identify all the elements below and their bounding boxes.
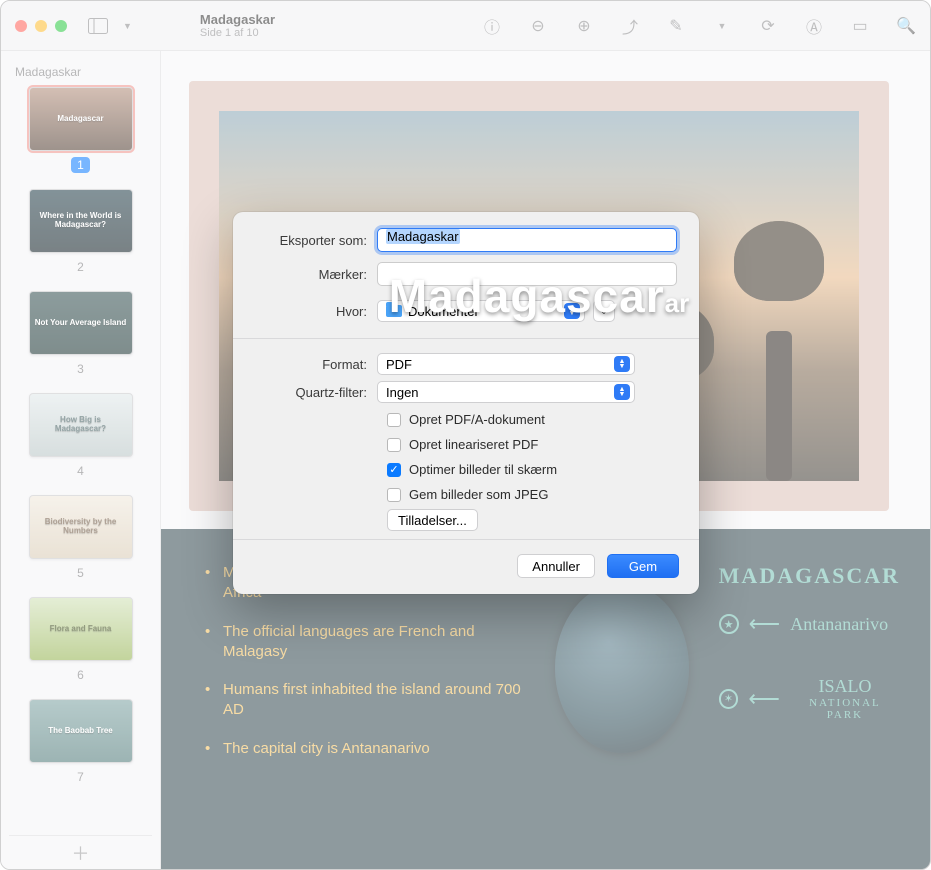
jpeg-checkbox-row[interactable]: Gem billeder som JPEG bbox=[255, 482, 677, 507]
window-controls bbox=[15, 20, 67, 32]
quartz-filter-label: Quartz-filter: bbox=[255, 385, 377, 400]
save-button[interactable]: Gem bbox=[607, 554, 679, 578]
checkbox-icon: ✓ bbox=[387, 463, 401, 477]
optimize-images-checkbox-label: Optimer billeder til skærm bbox=[409, 462, 557, 477]
bullet-item: The capital city is Antananarivo bbox=[205, 739, 525, 759]
checkbox-icon bbox=[387, 438, 401, 452]
thumbnail-page-number: 5 bbox=[71, 565, 90, 581]
arrow-icon: ⟵ bbox=[748, 686, 780, 712]
page-thumbnail[interactable]: Flora and Fauna 6 bbox=[9, 597, 152, 683]
thumbnail-page-number: 2 bbox=[71, 259, 90, 275]
titlebar: ▼ Madagaskar Side 1 af 10 ⓘ ⊖ ⊕ ⤴ ✎ ▼ ⟳ … bbox=[1, 1, 930, 51]
select-stepper-icon bbox=[614, 356, 630, 372]
document-title: Madagaskar bbox=[200, 12, 275, 27]
bullet-list: Madagascar is 250 miles from the coast o… bbox=[205, 563, 525, 849]
page-thumbnail[interactable]: How Big is Madagascar? 4 bbox=[9, 393, 152, 479]
annotation-park: ISALO bbox=[818, 677, 871, 697]
quartz-filter-select[interactable]: Ingen bbox=[377, 381, 635, 403]
cancel-button[interactable]: Annuller bbox=[517, 554, 595, 578]
thumbnail-caption: The Baobab Tree bbox=[30, 700, 132, 762]
bullet-item: Humans first inhabited the island around… bbox=[205, 680, 525, 721]
thumbnail-page-number: 4 bbox=[71, 463, 90, 479]
permissions-button[interactable]: Tilladelser... bbox=[387, 509, 478, 531]
where-label: Hvor: bbox=[255, 304, 377, 319]
sidebar-toggle-button[interactable] bbox=[87, 17, 109, 35]
thumbnail-page-number: 7 bbox=[71, 769, 90, 785]
page-thumbnail[interactable]: The Baobab Tree 7 bbox=[9, 699, 152, 785]
highlight-icon[interactable]: ✎ bbox=[666, 16, 686, 36]
globe-graphic bbox=[555, 583, 689, 753]
highlight-menu-icon[interactable]: ▼ bbox=[712, 16, 732, 36]
document-title-area: Madagaskar Side 1 af 10 bbox=[200, 12, 275, 39]
thumbnail-caption: How Big is Madagascar? bbox=[30, 394, 132, 456]
zoom-in-icon[interactable]: ⊕ bbox=[574, 16, 594, 36]
info-icon[interactable]: ⓘ bbox=[482, 16, 502, 36]
checkbox-icon bbox=[387, 413, 401, 427]
quartz-filter-value: Ingen bbox=[386, 385, 419, 400]
close-window-icon[interactable] bbox=[15, 20, 27, 32]
crop-icon[interactable]: ▭ bbox=[850, 16, 870, 36]
page-thumbnail[interactable]: Biodiversity by the Numbers 5 bbox=[9, 495, 152, 581]
arrow-icon: ⟵ bbox=[749, 611, 781, 637]
format-value: PDF bbox=[386, 357, 412, 372]
filename-input[interactable]: Madagaskar bbox=[377, 228, 677, 252]
add-page-button[interactable]: ＋ bbox=[9, 835, 152, 859]
minimize-window-icon[interactable] bbox=[35, 20, 47, 32]
share-icon[interactable]: ⤴ bbox=[620, 16, 640, 36]
search-icon[interactable]: 🔍 bbox=[896, 16, 916, 36]
thumbnail-caption: Biodiversity by the Numbers bbox=[30, 496, 132, 558]
linearized-checkbox-label: Opret lineariseret PDF bbox=[409, 437, 538, 452]
annotation-capital: Antananarivo bbox=[790, 614, 888, 635]
checkbox-icon bbox=[387, 488, 401, 502]
thumbnail-caption: Not Your Average Island bbox=[30, 292, 132, 354]
star-icon: ✶ bbox=[719, 689, 739, 709]
page-thumbnail[interactable]: Where in the World is Madagascar? 2 bbox=[9, 189, 152, 275]
thumbnail-sidebar: Madagaskar Madagascar 1 Where in the Wor… bbox=[1, 51, 161, 869]
toolbar: ⓘ ⊖ ⊕ ⤴ ✎ ▼ ⟳ Ⓐ ▭ 🔍 bbox=[482, 16, 916, 36]
thumbnail-page-number: 1 bbox=[71, 157, 90, 173]
annotation-park-sub: NATIONAL PARK bbox=[790, 697, 900, 721]
map-annotations: MADAGASCAR ★ ⟵ Antananarivo ✶ ⟵ ISALO NA… bbox=[719, 563, 900, 849]
markup-icon[interactable]: Ⓐ bbox=[804, 16, 824, 36]
chevron-down-icon[interactable]: ▼ bbox=[123, 21, 132, 31]
thumbnail-page-number: 3 bbox=[71, 361, 90, 377]
preview-window: ▼ Madagaskar Side 1 af 10 ⓘ ⊖ ⊕ ⤴ ✎ ▼ ⟳ … bbox=[0, 0, 931, 870]
star-icon: ★ bbox=[719, 614, 739, 634]
jpeg-checkbox-label: Gem billeder som JPEG bbox=[409, 487, 548, 502]
optimize-images-checkbox-row[interactable]: ✓ Optimer billeder til skærm bbox=[255, 457, 677, 482]
slide-title: Madagascarar bbox=[389, 269, 690, 323]
page-thumbnail[interactable]: Not Your Average Island 3 bbox=[9, 291, 152, 377]
format-select[interactable]: PDF bbox=[377, 353, 635, 375]
tags-label: Mærker: bbox=[255, 267, 377, 282]
export-as-label: Eksporter som: bbox=[255, 233, 377, 248]
thumbnail-caption: Flora and Fauna bbox=[30, 598, 132, 660]
thumbnail-caption: Madagascar bbox=[30, 88, 132, 150]
page-thumbnail[interactable]: Madagascar 1 bbox=[9, 87, 152, 173]
zoom-out-icon[interactable]: ⊖ bbox=[528, 16, 548, 36]
sidebar-title: Madagaskar bbox=[9, 61, 152, 87]
format-label: Format: bbox=[255, 357, 377, 372]
thumbnail-page-number: 6 bbox=[71, 667, 90, 683]
annotation-country: MADAGASCAR bbox=[719, 563, 900, 589]
zoom-window-icon[interactable] bbox=[55, 20, 67, 32]
pdfa-checkbox-row[interactable]: Opret PDF/A-dokument bbox=[255, 407, 677, 432]
thumbnail-caption: Where in the World is Madagascar? bbox=[30, 190, 132, 252]
page-indicator: Side 1 af 10 bbox=[200, 27, 275, 39]
linearized-checkbox-row[interactable]: Opret lineariseret PDF bbox=[255, 432, 677, 457]
pdfa-checkbox-label: Opret PDF/A-dokument bbox=[409, 412, 545, 427]
select-stepper-icon bbox=[614, 384, 630, 400]
bullet-item: The official languages are French and Ma… bbox=[205, 622, 525, 663]
rotate-icon[interactable]: ⟳ bbox=[758, 16, 778, 36]
